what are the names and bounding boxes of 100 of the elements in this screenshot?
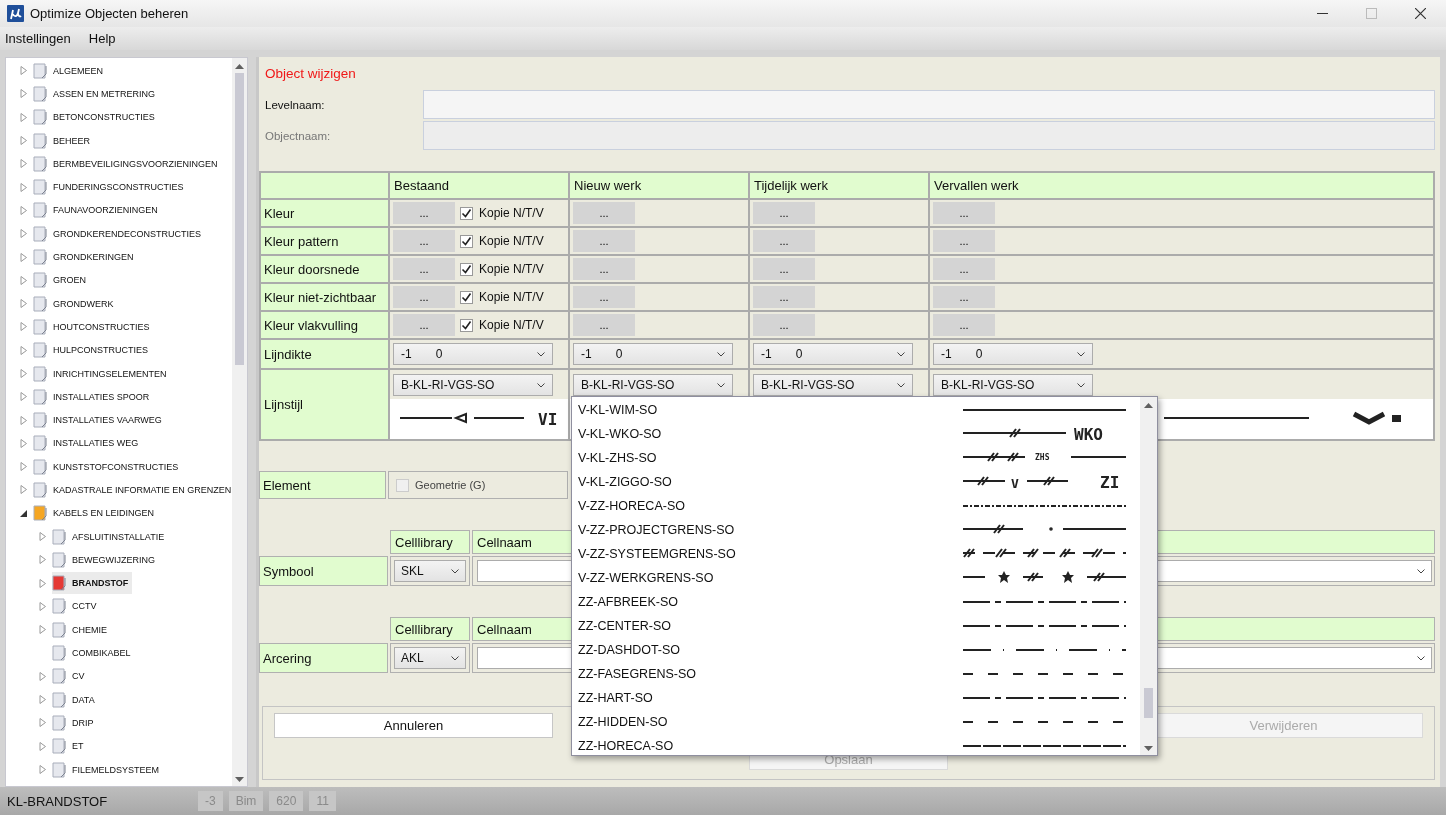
color-picker-button[interactable]: ... xyxy=(573,286,635,308)
color-picker-button[interactable]: ... xyxy=(393,202,455,224)
cancel-button[interactable]: Annuleren xyxy=(274,713,553,738)
dropdown[interactable]: AKL xyxy=(394,647,466,669)
color-picker-button[interactable]: ... xyxy=(393,230,455,252)
color-picker-button[interactable]: ... xyxy=(933,314,995,336)
dropdown[interactable]: B-KL-RI-VGS-SO xyxy=(573,374,733,396)
dropdown[interactable]: -1 0 xyxy=(573,343,733,365)
tree-item[interactable]: GRONDKERINGEN xyxy=(33,246,138,268)
scroll-down-icon[interactable] xyxy=(1144,746,1153,751)
dropdown[interactable]: -1 0 xyxy=(753,343,913,365)
tree-item[interactable]: CCTV xyxy=(52,595,101,618)
tree-item[interactable]: BETONCONSTRUCTIES xyxy=(33,106,159,129)
color-picker-button[interactable]: ... xyxy=(393,286,455,308)
dropdown[interactable]: SKL xyxy=(394,560,466,582)
dropdown[interactable]: -1 0 xyxy=(933,343,1093,365)
dropdown-option[interactable]: V-KL-ZHS-SO ZHS xyxy=(572,446,1140,470)
scroll-up-icon[interactable] xyxy=(235,64,244,69)
dropdown[interactable]: -1 0 xyxy=(393,343,553,365)
tree-item[interactable]: BEHEER xyxy=(33,129,94,152)
color-picker-button[interactable]: ... xyxy=(933,286,995,308)
color-picker-button[interactable]: ... xyxy=(753,286,815,308)
checkbox[interactable] xyxy=(460,234,473,248)
tree-item[interactable]: KADASTRALE INFORMATIE EN GRENZEN xyxy=(33,479,232,501)
color-picker-button[interactable]: ... xyxy=(573,230,635,252)
tree-item[interactable]: BEWEGWIJZERING xyxy=(52,548,159,571)
menu-item[interactable]: Instellingen xyxy=(2,29,74,48)
tree-item[interactable]: DRIP xyxy=(52,711,98,734)
dropdown[interactable]: B-KL-RI-VGS-SO xyxy=(393,374,553,396)
tree-item[interactable]: GROEN xyxy=(33,269,90,292)
color-picker-button[interactable]: ... xyxy=(573,314,635,336)
tree-item[interactable]: DATA xyxy=(52,688,99,711)
tree-item[interactable]: INSTALLATIES SPOOR xyxy=(33,385,154,408)
tree-item[interactable]: FUNDERINGSCONSTRUCTIES xyxy=(33,176,188,199)
status-field: -3 xyxy=(198,791,223,811)
tree-item[interactable]: INRICHTINGSELEMENTEN xyxy=(33,362,171,385)
color-picker-button[interactable]: ... xyxy=(753,230,815,252)
tree-item[interactable]: ASSEN EN METRERING xyxy=(33,82,159,105)
color-picker-button[interactable]: ... xyxy=(933,202,995,224)
row-label: Arcering xyxy=(259,643,388,673)
tree-item[interactable]: AFSLUITINSTALLATIE xyxy=(52,525,169,548)
color-picker-button[interactable]: ... xyxy=(393,314,455,336)
tree-item[interactable]: COMBIKABEL xyxy=(52,642,135,665)
dropdown[interactable]: B-KL-RI-VGS-SO xyxy=(933,374,1093,396)
minimize-icon[interactable] xyxy=(1317,12,1328,15)
close-icon[interactable] xyxy=(1415,8,1426,19)
checkbox[interactable] xyxy=(460,206,473,220)
tree-item[interactable]: FILEMELDSYSTEEM xyxy=(52,758,164,781)
dropdown-option[interactable]: ZZ-DASHDOT-SO xyxy=(572,638,1140,662)
color-picker-button[interactable]: ... xyxy=(573,258,635,280)
dropdown-option[interactable]: V-KL-WKO-SO WKO xyxy=(572,422,1140,446)
expand-arrow-icon[interactable] xyxy=(20,508,28,518)
checkbox-label: Geometrie (G) xyxy=(415,479,486,491)
tree-item[interactable]: ET xyxy=(52,735,88,758)
dropdown-option[interactable]: V-ZZ-WERKGRENS-SO xyxy=(572,566,1140,590)
checkbox[interactable] xyxy=(460,290,473,304)
document-icon xyxy=(33,155,47,172)
tree-item[interactable]: HULPCONSTRUCTIES xyxy=(33,339,152,362)
checkbox[interactable] xyxy=(460,262,473,276)
scrollbar-thumb[interactable] xyxy=(1144,688,1153,718)
scrollbar-thumb[interactable] xyxy=(235,73,244,365)
dropdown-option[interactable]: ZZ-HIDDEN-SO xyxy=(572,710,1140,734)
tree-item[interactable]: BERMBEVEILIGINGSVOORZIENINGEN xyxy=(33,152,222,175)
color-picker-button[interactable]: ... xyxy=(393,258,455,280)
tree-item[interactable]: BRANDSTOF xyxy=(52,572,133,595)
tree-item[interactable]: CHEMIE xyxy=(52,618,111,641)
document-icon xyxy=(33,388,47,405)
tree-item[interactable]: HOUTCONSTRUCTIES xyxy=(33,315,154,338)
scroll-up-icon[interactable] xyxy=(1144,403,1153,408)
dropdown-option[interactable]: ZZ-AFBREEK-SO xyxy=(572,590,1140,614)
input-field[interactable] xyxy=(423,90,1435,119)
document-icon xyxy=(33,342,47,359)
color-picker-button[interactable]: ... xyxy=(933,258,995,280)
tree-item[interactable]: KABELS EN LEIDINGEN xyxy=(33,502,159,525)
maximize-icon[interactable] xyxy=(1366,8,1377,19)
dropdown-option[interactable]: ZZ-CENTER-SO xyxy=(572,614,1140,638)
document-icon xyxy=(52,575,66,592)
scroll-down-icon[interactable] xyxy=(235,777,244,782)
color-picker-button[interactable]: ... xyxy=(753,314,815,336)
tree-item[interactable]: ALGEMEEN xyxy=(33,59,107,82)
color-picker-button[interactable]: ... xyxy=(573,202,635,224)
color-picker-button[interactable]: ... xyxy=(753,258,815,280)
row-label: Symbool xyxy=(259,556,388,586)
tree-item[interactable]: FAUNAVOORZIENINGEN xyxy=(33,199,162,222)
tree-item[interactable]: INSTALLATIES WEG xyxy=(33,432,143,455)
menu-item[interactable]: Help xyxy=(85,29,119,48)
tree-item[interactable]: CV xyxy=(52,665,89,688)
tree-item[interactable]: KUNSTSTOFCONSTRUCTIES xyxy=(33,455,183,478)
color-picker-button[interactable]: ... xyxy=(933,230,995,252)
tree-item[interactable]: GRONDKERENDECONSTRUCTIES xyxy=(33,222,205,245)
dropdown-option[interactable]: ZZ-FASEGRENS-SO xyxy=(572,662,1140,686)
checkbox[interactable] xyxy=(460,318,473,332)
color-picker-button[interactable]: ... xyxy=(753,202,815,224)
dropdown-option[interactable]: V-KL-ZIGGO-SO V ZI xyxy=(572,470,1140,494)
tree-item[interactable]: GRONDWERK xyxy=(33,292,118,315)
dropdown-option[interactable]: V-KL-WIM-SO xyxy=(572,398,1140,422)
dropdown[interactable]: B-KL-RI-VGS-SO xyxy=(753,374,913,396)
dropdown-option[interactable]: V-ZZ-HORECA-SO xyxy=(572,494,1140,518)
dropdown-option[interactable]: ZZ-HART-SO xyxy=(572,686,1140,710)
tree-item[interactable]: INSTALLATIES VAARWEG xyxy=(33,409,166,432)
